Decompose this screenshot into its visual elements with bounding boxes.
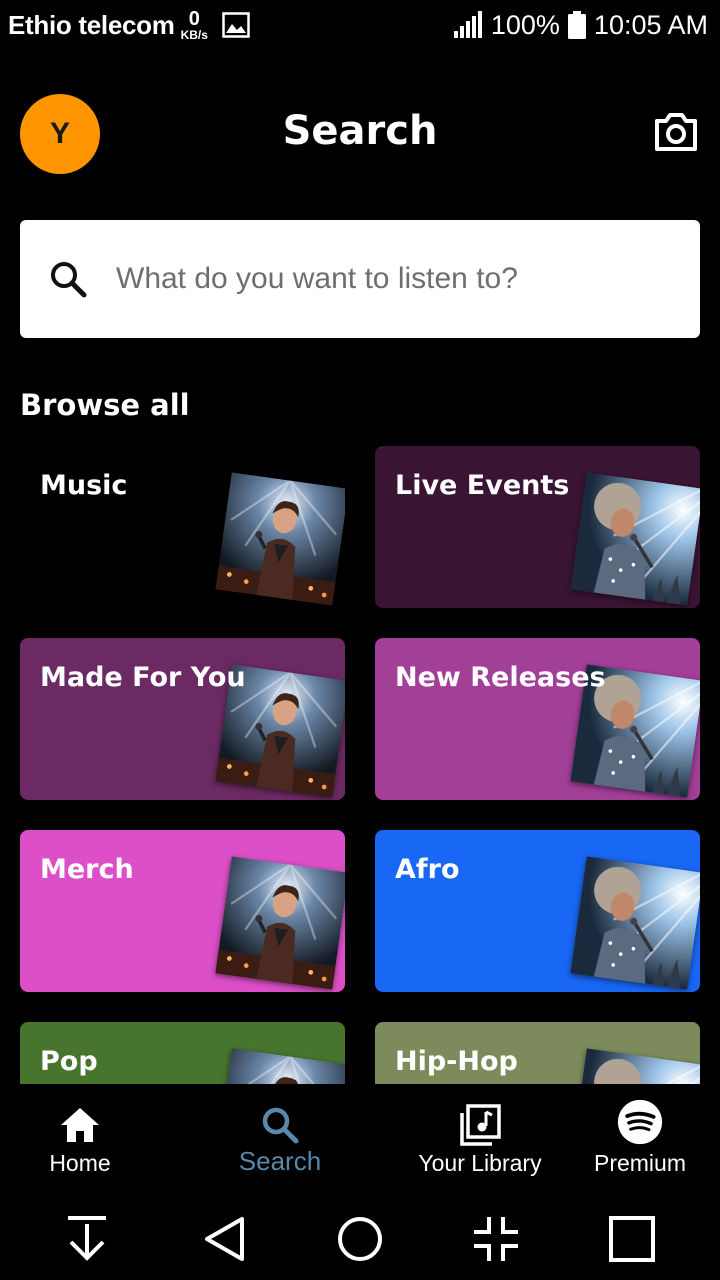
collapse-icon[interactable]: [471, 1214, 521, 1264]
nav-home[interactable]: Home: [0, 1084, 160, 1198]
nav-library[interactable]: Your Library: [400, 1084, 560, 1198]
library-icon: [457, 1104, 503, 1146]
category-tile-label: Afro: [395, 854, 460, 885]
nav-search-label: Search: [238, 1146, 322, 1176]
page-title-text: Search: [282, 108, 438, 154]
page-title: Search: [0, 108, 720, 154]
browse-all-heading: Browse all: [20, 388, 190, 422]
category-tile-merch[interactable]: Merch: [20, 830, 345, 992]
category-tile-artwork: [215, 856, 345, 990]
category-tile-label: Merch: [40, 854, 134, 885]
category-tile-label: Hip-Hop: [395, 1046, 518, 1077]
camera-icon[interactable]: [652, 110, 700, 154]
category-tile-pop[interactable]: Pop: [20, 1022, 345, 1084]
category-tile-label: Live Events: [395, 470, 570, 501]
network-speed-value: 0: [188, 8, 200, 30]
category-tile-artwork: [570, 472, 700, 606]
recents-icon[interactable]: [607, 1214, 657, 1264]
nav-premium[interactable]: Premium: [560, 1084, 720, 1198]
bottom-nav: Home Search Your Library Premium: [0, 1084, 720, 1198]
search-icon: [51, 262, 87, 298]
spotify-icon: [617, 1099, 663, 1146]
category-tile-afro[interactable]: Afro: [375, 830, 700, 992]
search-input[interactable]: [116, 262, 676, 296]
back-icon[interactable]: [200, 1214, 250, 1264]
nav-home-label: Home: [49, 1150, 111, 1176]
search-icon: [257, 1104, 303, 1146]
category-tile-label: New Releases: [395, 662, 606, 693]
category-tile-music[interactable]: Music: [20, 446, 345, 608]
category-tile-label: Pop: [40, 1046, 98, 1077]
system-nav-bar: [0, 1198, 720, 1280]
category-tile-artwork: [215, 1048, 345, 1084]
home-circle-icon[interactable]: [335, 1214, 385, 1264]
nav-library-label: Your Library: [418, 1150, 542, 1176]
clock: 10:05 AM: [593, 9, 708, 40]
category-tile-label: Music: [40, 470, 128, 501]
home-icon: [57, 1104, 103, 1146]
browse-grid[interactable]: Music Live Events Made For You New Relea…: [0, 446, 720, 1084]
nav-search[interactable]: Search: [200, 1084, 360, 1198]
battery-percent: 100%: [490, 9, 560, 40]
nav-premium-label: Premium: [593, 1150, 686, 1176]
image-notification-icon: [222, 12, 250, 38]
carrier-name: Ethio telecom: [8, 9, 175, 40]
category-tile-artwork: [570, 856, 700, 990]
category-tile-hip-hop[interactable]: Hip-Hop: [375, 1022, 700, 1084]
download-icon[interactable]: [62, 1214, 112, 1264]
category-tile-made-for-you[interactable]: Made For You: [20, 638, 345, 800]
status-bar: Ethio telecom 0 KB/s 100% 10:05 AM: [0, 0, 720, 50]
battery-icon: [567, 11, 586, 39]
search-bar[interactable]: [20, 220, 700, 338]
category-tile-artwork: [215, 472, 345, 606]
category-tile-live-events[interactable]: Live Events: [375, 446, 700, 608]
category-tile-artwork: [570, 1048, 700, 1084]
signal-icon: [453, 11, 482, 38]
network-speed-unit: KB/s: [180, 28, 208, 42]
category-tile-label: Made For You: [40, 662, 246, 693]
category-tile-new-releases[interactable]: New Releases: [375, 638, 700, 800]
network-speed: 0 KB/s: [181, 9, 208, 41]
